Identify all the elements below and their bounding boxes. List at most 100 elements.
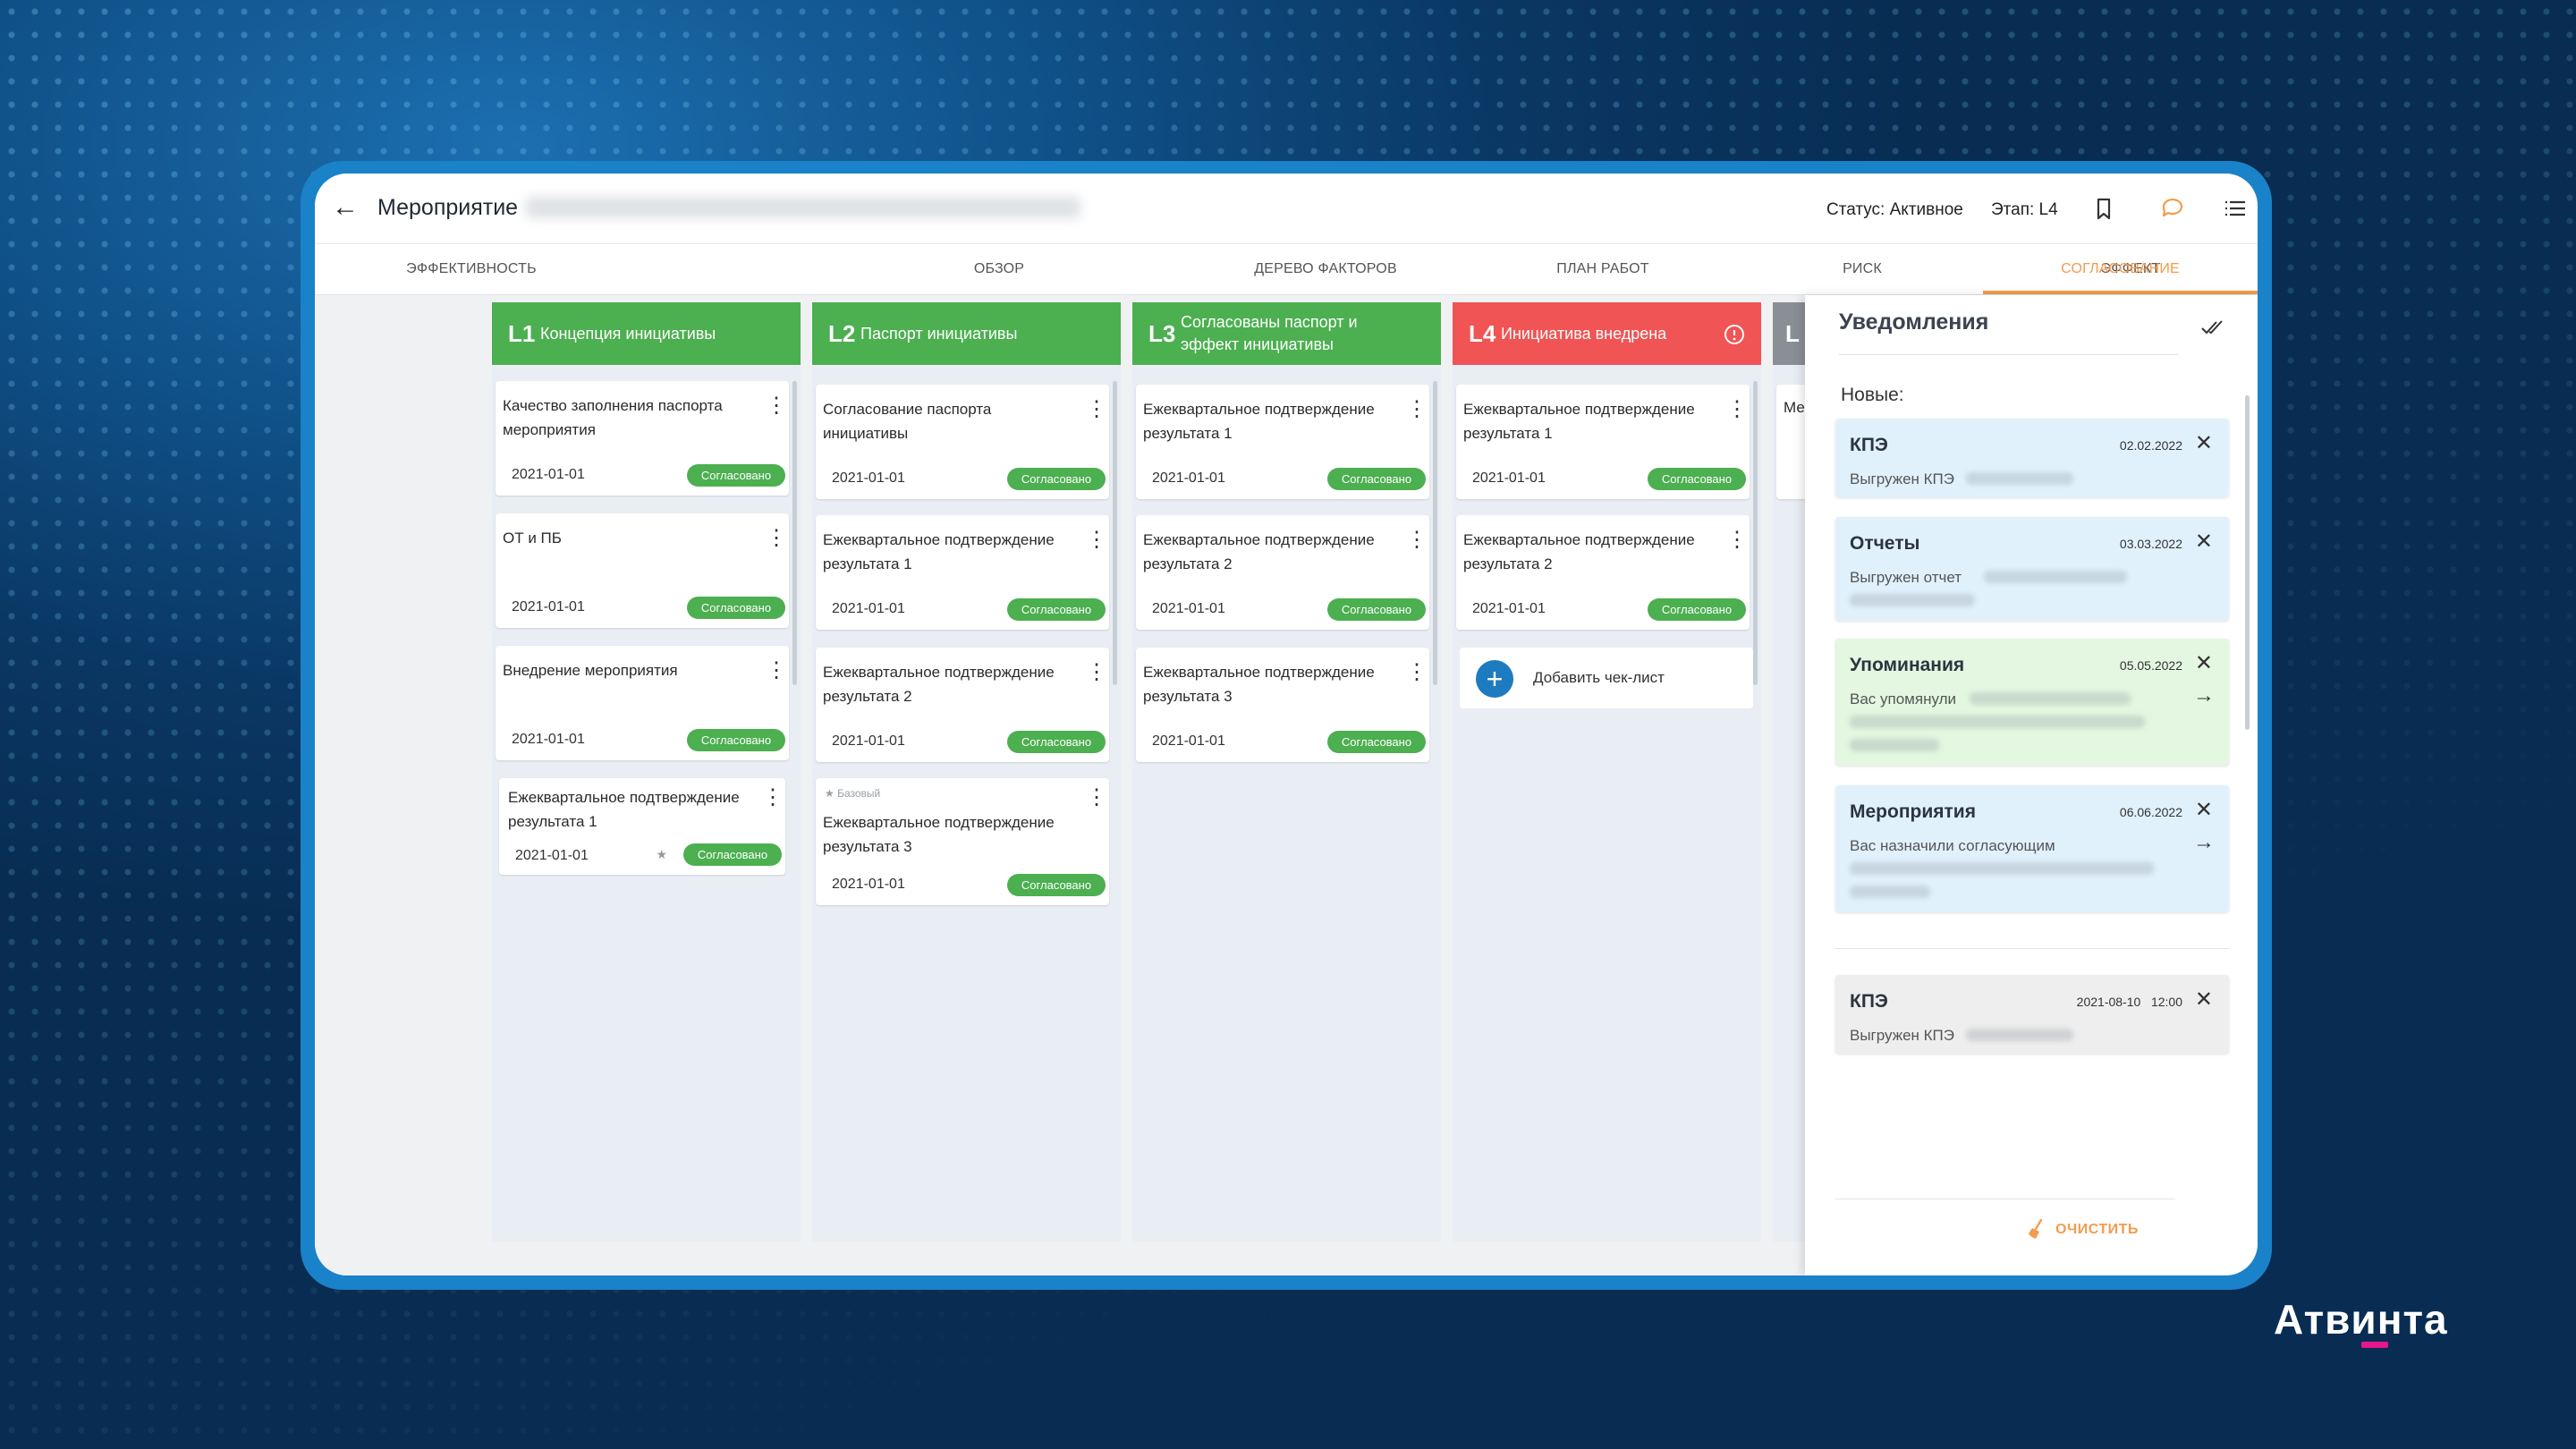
- column-header: L3 Согласованы паспорт и эффект инициати…: [1132, 302, 1441, 365]
- checklist-card[interactable]: ★ Базовый Ежеквартальное подтверждение р…: [816, 778, 1109, 905]
- tab-efficiency[interactable]: ЭФФЕКТИВНОСТЬ: [360, 244, 583, 294]
- arrow-right-icon[interactable]: →: [2193, 685, 2215, 707]
- list-icon[interactable]: [2220, 193, 2250, 224]
- more-vert-icon[interactable]: ⋮: [1086, 662, 1107, 683]
- more-vert-icon[interactable]: ⋮: [762, 787, 784, 809]
- tab-overview[interactable]: ОБЗОР: [941, 244, 1057, 294]
- card-date: 2021-01-01: [832, 601, 905, 616]
- card-title: Ежеквартальное подтверждение результата …: [508, 789, 740, 830]
- bookmark-icon[interactable]: [2089, 193, 2119, 224]
- arrow-left-icon[interactable]: ←: [327, 190, 363, 225]
- scrollbar[interactable]: [2245, 395, 2250, 730]
- more-vert-icon[interactable]: ⋮: [1406, 662, 1428, 683]
- clear-button[interactable]: ОЧИСТИТЬ: [2055, 1222, 2139, 1238]
- more-vert-icon[interactable]: ⋮: [766, 395, 787, 417]
- checklist-card[interactable]: Ежеквартальное подтверждение результата …: [1136, 648, 1429, 762]
- notification-card[interactable]: Мероприятия 06.06.2022 ✕ → Вас назначили…: [1835, 785, 2229, 912]
- mark-all-read-icon[interactable]: [2199, 313, 2227, 342]
- arrow-right-icon[interactable]: →: [2193, 832, 2215, 853]
- star-icon[interactable]: ★: [656, 847, 667, 862]
- checklist-card[interactable]: Ежеквартальное подтверждение результата …: [499, 778, 785, 875]
- status-badge: Согласовано: [1007, 468, 1106, 490]
- close-icon[interactable]: ✕: [2195, 433, 2213, 454]
- card-date: 2021-01-01: [832, 470, 905, 486]
- blurred-text: [1966, 1029, 2073, 1041]
- card-date: 2021-01-01: [1152, 733, 1225, 749]
- more-vert-icon[interactable]: ⋮: [1086, 399, 1107, 420]
- more-vert-icon[interactable]: ⋮: [1406, 399, 1428, 420]
- tab-factor-tree[interactable]: ДЕРЕВО ФАКТОРОВ: [1209, 244, 1442, 294]
- checklist-card[interactable]: Ежеквартальное подтверждение результата …: [1456, 385, 1750, 499]
- scrollbar[interactable]: [792, 381, 797, 685]
- more-vert-icon[interactable]: ⋮: [1406, 530, 1428, 551]
- notifications-panel: Уведомления Новые: КПЭ 02.02.2022 ✕ Выгр…: [1805, 295, 2258, 1275]
- scrollbar[interactable]: [1753, 381, 1758, 685]
- column-title: Паспорт инициативы: [860, 324, 1018, 343]
- info-icon[interactable]: [1724, 324, 1745, 345]
- status-label: Статус: Активное: [1826, 200, 1963, 219]
- close-icon[interactable]: ✕: [2195, 800, 2213, 821]
- card-title: Ежеквартальное подтверждение результата …: [1143, 664, 1375, 705]
- blurred-text: [1850, 862, 2154, 875]
- card-date: 2021-01-01: [1152, 601, 1225, 616]
- comment-icon[interactable]: [2157, 193, 2188, 224]
- more-vert-icon[interactable]: ⋮: [766, 660, 787, 682]
- notification-text: Вас упомянули: [1850, 691, 1956, 708]
- close-icon[interactable]: ✕: [2195, 989, 2213, 1011]
- more-vert-icon[interactable]: ⋮: [1726, 399, 1748, 420]
- column-title: Концепция инициативы: [540, 324, 716, 343]
- checklist-card[interactable]: Качество заполнения паспорта мероприятия…: [496, 381, 789, 496]
- notification-title: Отчеты: [1850, 533, 1920, 554]
- scrollbar[interactable]: [1433, 381, 1437, 685]
- more-vert-icon[interactable]: ⋮: [1086, 787, 1107, 809]
- scrollbar[interactable]: [1113, 381, 1117, 685]
- column-l3: L3 Согласованы паспорт и эффект инициати…: [1132, 302, 1441, 1241]
- checklist-card[interactable]: Ежеквартальное подтверждение результата …: [1136, 385, 1429, 499]
- checklist-card[interactable]: Согласование паспорта инициативы ⋮ 2021-…: [816, 385, 1109, 499]
- status-badge: Согласовано: [1648, 468, 1746, 490]
- status-badge: Согласовано: [687, 597, 785, 619]
- status-badge: Согласовано: [1007, 598, 1106, 621]
- card-date: 2021-01-01: [515, 848, 589, 863]
- notification-card[interactable]: Упоминания 05.05.2022 ✕ → Вас упомянули: [1835, 639, 2229, 766]
- notification-card[interactable]: КПЭ 02.02.2022 ✕ Выгружен КПЭ: [1835, 419, 2229, 497]
- logo-accent: [2361, 1342, 2388, 1348]
- add-checklist-button[interactable]: + Добавить чек-лист: [1460, 648, 1753, 708]
- notification-date: 02.02.2022: [2119, 438, 2182, 453]
- blurred-text: [1850, 886, 1930, 898]
- more-vert-icon[interactable]: ⋮: [1086, 530, 1107, 551]
- checklist-card[interactable]: Ежеквартальное подтверждение результата …: [816, 515, 1109, 630]
- notification-card[interactable]: Отчеты 03.03.2022 ✕ Выгружен отчет: [1835, 517, 2229, 621]
- card-title: Ежеквартальное подтверждение результата …: [823, 531, 1055, 572]
- checklist-card[interactable]: Ежеквартальное подтверждение результата …: [816, 648, 1109, 762]
- close-icon[interactable]: ✕: [2195, 531, 2213, 553]
- tab-approval[interactable]: СОГЛАСОВАНИЕ: [1983, 244, 2258, 294]
- notification-date: 03.03.2022: [2119, 537, 2182, 551]
- column-title: Инициатива внедрена: [1501, 324, 1667, 343]
- status-badge: Согласовано: [687, 729, 785, 751]
- status-badge: Согласовано: [1327, 468, 1426, 490]
- tab-risk[interactable]: РИСК: [1800, 244, 1925, 294]
- blurred-text: [1970, 692, 2131, 705]
- page-title: Мероприятие: [377, 195, 519, 220]
- notification-card[interactable]: КПЭ 2021-08-10 12:00 ✕ Выгружен КПЭ: [1835, 975, 2229, 1054]
- checklist-card[interactable]: Ежеквартальное подтверждение результата …: [1456, 515, 1750, 630]
- broom-icon[interactable]: [2025, 1216, 2050, 1241]
- blurred-text: [1966, 472, 2073, 485]
- close-icon[interactable]: ✕: [2195, 653, 2213, 674]
- checklist-card[interactable]: Внедрение мероприятия ⋮ 2021-01-01 Согла…: [496, 646, 789, 760]
- notification-text: Выгружен отчет: [1850, 569, 1962, 586]
- tab-work-plan[interactable]: ПЛАН РАБОТ: [1504, 244, 1701, 294]
- blurred-text: [1984, 571, 2127, 583]
- more-vert-icon[interactable]: ⋮: [1726, 530, 1748, 551]
- checklist-card[interactable]: Ежеквартальное подтверждение результата …: [1136, 515, 1429, 630]
- more-vert-icon[interactable]: ⋮: [766, 528, 787, 549]
- notification-date: 06.06.2022: [2119, 805, 2182, 819]
- status-badge: Согласовано: [687, 464, 785, 487]
- blurred-text: [1850, 594, 1975, 606]
- card-title: Ежеквартальное подтверждение результата …: [1463, 401, 1695, 442]
- card-title: ОТ и ПБ: [503, 530, 562, 547]
- status-badge: Согласовано: [1648, 598, 1746, 621]
- plus-icon[interactable]: +: [1476, 660, 1513, 698]
- checklist-card[interactable]: ОТ и ПБ ⋮ 2021-01-01 Согласовано: [496, 513, 789, 628]
